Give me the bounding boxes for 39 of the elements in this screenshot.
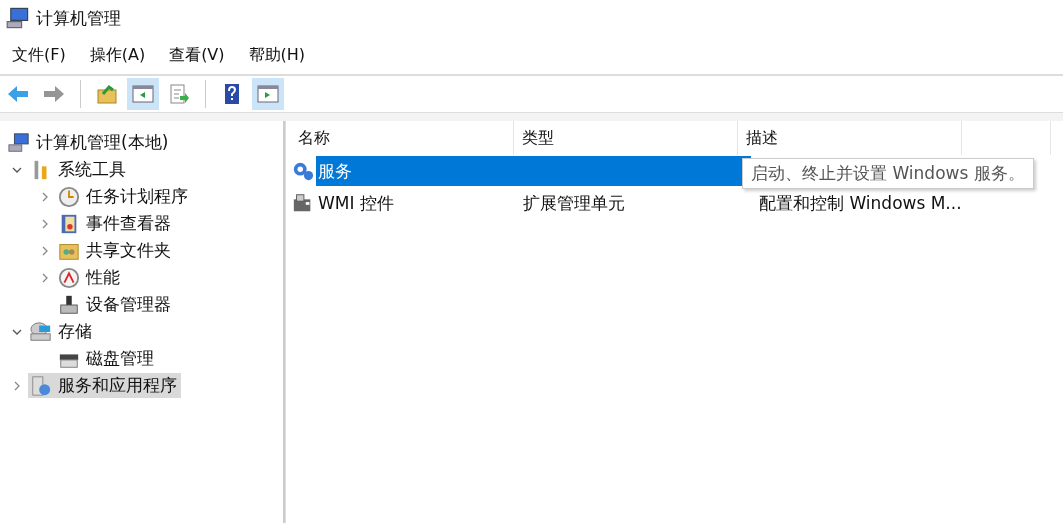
column-header[interactable]: 描述 (738, 121, 962, 155)
gear-icon (292, 160, 314, 182)
tree-toggle-button[interactable] (127, 78, 159, 110)
export-list-icon (167, 82, 191, 106)
expand-chevron-icon[interactable] (12, 380, 22, 391)
clock-icon (58, 185, 80, 208)
menu-item[interactable]: 帮助(H) (240, 42, 314, 68)
tree-item[interactable]: 性能 (86, 266, 120, 289)
table-cell: 配置和控制 Windows M... (759, 192, 962, 213)
tree-item[interactable]: 存储 (58, 320, 92, 343)
expand-chevron-icon[interactable] (40, 218, 50, 229)
column-header[interactable]: 类型 (514, 121, 738, 155)
folder-up-icon (95, 82, 119, 106)
expand-chevron-icon[interactable] (40, 191, 50, 202)
storage-icon (30, 320, 52, 343)
tree-item[interactable]: 事件查看器 (86, 212, 171, 235)
tree-item[interactable]: 磁盘管理 (86, 347, 154, 370)
item-name[interactable]: WMI 控件 (316, 191, 519, 215)
computer-icon (8, 131, 30, 154)
tree-item[interactable]: 系统工具 (58, 158, 126, 181)
tree-item[interactable]: 共享文件夹 (86, 239, 171, 262)
window-title: 计算机管理 (36, 6, 121, 30)
tooltip: 启动、终止并设置 Windows 服务。 (742, 158, 1034, 189)
menu-item[interactable]: 文件(F) (4, 42, 74, 68)
action-pane-button[interactable] (252, 78, 284, 110)
expand-chevron-icon[interactable] (40, 245, 50, 256)
computer-icon (6, 6, 30, 30)
menu-item[interactable]: 操作(A) (81, 42, 154, 68)
table-cell: 扩展管理单元 (523, 192, 625, 213)
column-header[interactable]: 名称 (290, 121, 514, 155)
tree-item[interactable]: 计算机管理(本地) (36, 131, 169, 154)
tree-pane-icon (131, 82, 155, 106)
expand-chevron-icon[interactable] (40, 272, 50, 283)
action-pane-icon (256, 82, 280, 106)
tree-item[interactable]: 任务计划程序 (86, 185, 188, 208)
gauge-icon (58, 266, 80, 289)
menu-item[interactable]: 查看(V) (161, 42, 233, 68)
tree-item[interactable]: 设备管理器 (86, 293, 171, 316)
device-icon (58, 293, 80, 316)
